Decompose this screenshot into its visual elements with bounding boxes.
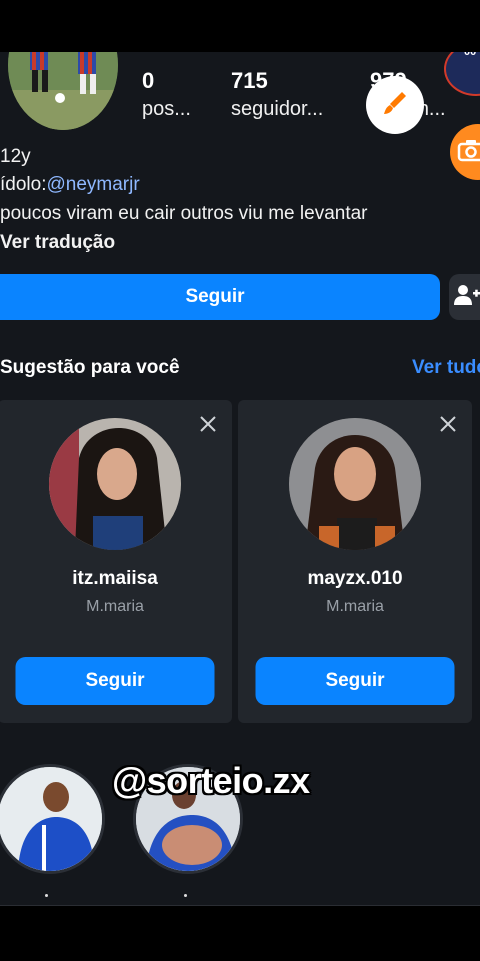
suggest-people-button[interactable] (449, 274, 480, 320)
stat-followers-count: 715 (231, 68, 268, 93)
close-icon[interactable] (438, 414, 458, 434)
bio-idol-prefix: ídolo: (0, 174, 47, 195)
bottom-bar (0, 905, 480, 961)
suggestion-follow-button[interactable]: Seguir (15, 657, 215, 705)
corner-badge-text: 00 (464, 52, 477, 58)
bio-age: 12y (0, 146, 31, 167)
stat-posts-label: pos... (142, 98, 191, 120)
profile-avatar[interactable] (8, 52, 118, 130)
add-person-icon (454, 284, 480, 311)
stat-followers-label: seguidor... (231, 98, 324, 120)
suggestion-follow-button[interactable]: Seguir (255, 657, 455, 705)
suggestion-username[interactable]: mayzx.010 (238, 568, 472, 590)
translate-link[interactable]: Ver tradução (0, 232, 115, 254)
suggestion-fullname: M.maria (86, 598, 144, 615)
camera-icon (457, 138, 480, 167)
see-all-link[interactable]: Ver tudo (412, 357, 480, 379)
bio-quote: poucos viram eu cair outros viu me levan… (0, 203, 368, 224)
highlight-dot (184, 894, 187, 897)
suggestion-username[interactable]: itz.maiisa (0, 568, 232, 590)
stat-posts-count: 0 (142, 68, 155, 93)
stat-posts[interactable]: 0 pos... (142, 68, 191, 121)
suggestion-avatar[interactable] (49, 418, 181, 550)
close-icon[interactable] (198, 414, 218, 434)
suggestion-card[interactable]: itz.maiisa M.maria Seguir (0, 400, 232, 723)
camera-button[interactable] (450, 124, 480, 180)
corner-badge[interactable]: 00 (444, 52, 480, 96)
stat-followers[interactable]: 715 seguidor... (231, 68, 323, 121)
bio-idol-line: ídolo:@neymarjr (0, 174, 140, 196)
watermark-text: @sorteio.zx (112, 760, 310, 801)
paintbrush-icon (380, 88, 410, 123)
suggestion-avatar[interactable] (289, 418, 421, 550)
suggestions-title: Sugestão para você (0, 357, 180, 378)
edit-button[interactable] (366, 76, 424, 134)
suggestion-card[interactable]: mayzx.010 M.maria Seguir (238, 400, 472, 723)
bio-mention-link[interactable]: @neymarjr (46, 174, 139, 195)
follow-button[interactable]: Seguir (0, 274, 440, 320)
suggestion-fullname: M.maria (326, 598, 384, 615)
highlight-avatar[interactable] (0, 764, 105, 874)
highlight-dot (45, 894, 48, 897)
profile-screen: 0 pos... 715 seguidor... 979 seguin... 0… (0, 52, 480, 905)
